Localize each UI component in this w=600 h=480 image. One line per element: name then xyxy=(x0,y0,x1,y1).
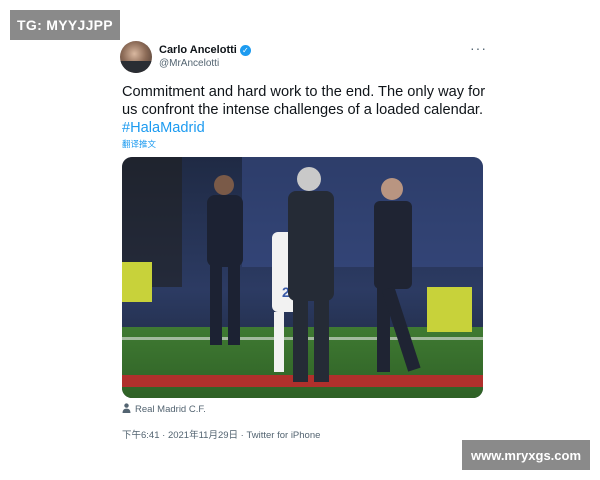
tweet-card: Carlo Ancelotti ✓ @MrAncelotti ··· Commi… xyxy=(108,30,493,445)
tweet-meta: 下午6:41 · 2021年11月29日 · Twitter for iPhon… xyxy=(122,427,320,441)
translate-tweet-link[interactable]: 翻译推文 xyxy=(122,138,156,150)
watermark-top: TG: MYYJJPP xyxy=(10,10,120,40)
person-icon xyxy=(122,403,131,416)
watermark-bottom: www.mryxgs.com xyxy=(462,440,590,470)
more-horizontal-icon[interactable]: ··· xyxy=(470,40,487,56)
verified-badge-icon: ✓ xyxy=(239,44,251,56)
display-name[interactable]: Carlo Ancelotti xyxy=(159,44,237,56)
meta-separator: · xyxy=(159,430,168,441)
tweet-date[interactable]: 2021年11月29日 xyxy=(168,430,238,441)
tweet-photo[interactable]: 20 xyxy=(122,157,483,398)
tweet-text: Commitment and hard work to the end. The… xyxy=(122,83,490,137)
tweet-time[interactable]: 下午6:41 xyxy=(122,430,160,441)
display-name-row[interactable]: Carlo Ancelotti ✓ xyxy=(159,44,251,56)
tweet-source[interactable]: Twitter for iPhone xyxy=(246,430,320,441)
photo-illustration: 20 xyxy=(122,157,483,398)
location-tag[interactable]: Real Madrid C.F. xyxy=(122,403,206,416)
user-handle[interactable]: @MrAncelotti xyxy=(159,58,219,69)
tweet-body: Commitment and hard work to the end. The… xyxy=(122,84,486,118)
avatar[interactable] xyxy=(120,41,152,73)
hashtag-link[interactable]: #HalaMadrid xyxy=(122,120,205,136)
location-label[interactable]: Real Madrid C.F. xyxy=(135,404,206,415)
